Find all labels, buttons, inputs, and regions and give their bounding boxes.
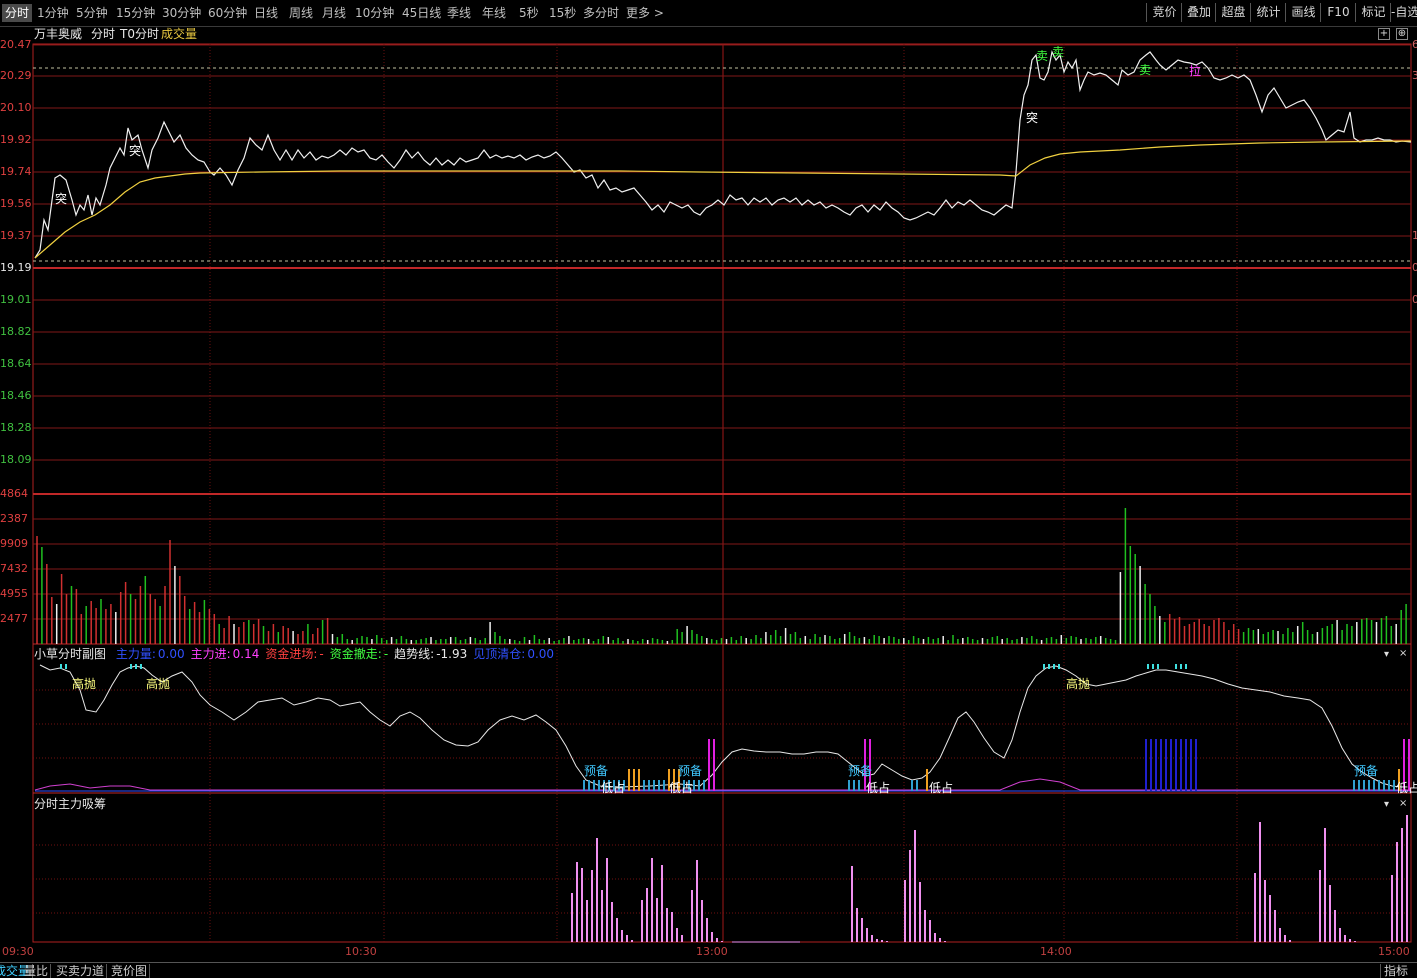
signal-tag: 卖: [1052, 45, 1065, 59]
indicator-menu-button[interactable]: 指标: [1380, 964, 1410, 978]
volume-axis-label: 2387: [0, 512, 28, 525]
indicator2-close-icon[interactable]: ×: [1399, 798, 1407, 810]
expand-icon[interactable]: +: [1378, 28, 1390, 40]
bottom-tab-2[interactable]: 买卖力道: [56, 964, 108, 978]
right-axis-label: 6: [1412, 39, 1417, 51]
price-axis-label: 19.56: [0, 197, 32, 210]
volume-axis-label: 4955: [0, 587, 28, 600]
indicator1-close-icon[interactable]: ×: [1399, 648, 1407, 660]
price-axis-label: 18.64: [0, 357, 32, 370]
stock-name: 万丰奥威: [34, 27, 83, 41]
peak-marker: [1175, 664, 1177, 669]
indicator-item-name: 资金进场:: [265, 647, 318, 661]
right-axis-label: 1: [1412, 230, 1417, 242]
peak-marker: [1152, 664, 1154, 669]
mode-label[interactable]: 分时: [91, 27, 115, 41]
indicator-tag: 预备: [1354, 764, 1379, 778]
signal-tag: 突: [1026, 111, 1039, 125]
price-axis-label: 19.37: [0, 229, 32, 242]
indicator-tag: 高抛: [146, 677, 171, 691]
signal-tag: 突: [55, 192, 68, 206]
time-axis-label: 15:00: [1378, 945, 1410, 958]
peak-marker: [1185, 664, 1187, 669]
indicator2-collapse-icon[interactable]: ▾: [1384, 799, 1389, 811]
settings-icon[interactable]: ⊕: [1396, 28, 1408, 40]
indicator-item-name: 主力进:: [190, 647, 231, 661]
right-axis-label: 3: [1412, 70, 1417, 82]
peak-marker: [130, 664, 132, 669]
bottom-tab-1[interactable]: 量比: [24, 964, 52, 978]
volume-label: 成交量: [161, 27, 198, 41]
price-axis-label: 18.82: [0, 325, 32, 338]
indicator-item-value: -: [319, 647, 324, 661]
indicator-item-value: -: [383, 647, 389, 661]
indicator-tag: 高抛: [72, 677, 97, 691]
indicator-item-name: 资金撤走:: [329, 647, 382, 661]
peak-marker: [60, 664, 62, 669]
price-axis-label: 19.01: [0, 293, 32, 306]
indicator-item-name: 趋势线:: [394, 647, 435, 661]
indicator2-title[interactable]: 分时主力吸筹: [34, 797, 106, 811]
price-axis-label: 20.47: [0, 38, 32, 51]
signal-tag: 拉: [1189, 64, 1202, 78]
indicator1-header: 小草分时副图 主力量: 0.00 主力进: 0.14 资金进场: - 资金撤走: - 趋势线: -…: [34, 647, 554, 661]
indicator1-collapse-icon[interactable]: ▾: [1384, 649, 1389, 661]
indicator-tag: 高抛: [1066, 677, 1091, 691]
time-axis-label: 13:00: [696, 945, 728, 958]
peak-marker: [135, 664, 137, 669]
peak-marker: [1043, 664, 1045, 669]
time-axis-label: 14:00: [1040, 945, 1072, 958]
indicator-item-value: 0.00: [527, 647, 555, 661]
indicator-tag: 低占: [866, 781, 891, 795]
peak-marker: [1147, 664, 1149, 669]
indicator-tag: 低占: [601, 781, 626, 795]
indicator-item-name: 主力量:: [115, 647, 156, 661]
time-axis-label: 10:30: [345, 945, 377, 958]
signal-tag: 卖: [1139, 63, 1152, 77]
peak-marker: [65, 664, 67, 669]
peak-marker: [140, 664, 142, 669]
price-axis-label: 18.28: [0, 421, 32, 434]
indicator-tag: 预备: [848, 764, 873, 778]
volume-axis-label: 4864: [0, 487, 28, 500]
indicator-tag: 低占: [1396, 781, 1417, 795]
trend-line: [39, 664, 1403, 788]
indicator-tag: 低占: [669, 781, 694, 795]
time-axis-label: 09:30: [2, 945, 34, 958]
indicator-item-name: 见顶清仓:: [473, 647, 526, 661]
price-axis-label: 18.09: [0, 453, 32, 466]
price-axis-label: 20.29: [0, 69, 32, 82]
price-axis-label: 19.19: [0, 261, 32, 274]
volume-axis-label: 7432: [0, 562, 28, 575]
peak-marker: [1053, 664, 1055, 669]
peak-marker: [1180, 664, 1182, 669]
t0-label[interactable]: T0分时: [120, 27, 159, 41]
indicator-tag: 预备: [678, 764, 703, 778]
indicator1-title[interactable]: 小草分时副图: [34, 647, 106, 661]
price-axis-label: 20.10: [0, 101, 32, 114]
bottom-tab-bar: 成交量 量比 买卖力道 竞价图 指标: [0, 962, 1417, 978]
right-axis-label: 0: [1412, 294, 1417, 306]
signal-tag: 突: [129, 144, 142, 158]
volume-axis-label: 2477: [0, 612, 28, 625]
peak-marker: [1058, 664, 1060, 669]
indicator-tag: 预备: [584, 764, 609, 778]
price-axis-label: 18.46: [0, 389, 32, 402]
indicator-tag: 低占: [929, 781, 954, 795]
volume-axis-label: 9909: [0, 537, 28, 550]
indicator-item-value: 0.00: [157, 647, 185, 661]
price-axis-label: 19.74: [0, 165, 32, 178]
price-axis-label: 19.92: [0, 133, 32, 146]
peak-marker: [1157, 664, 1159, 669]
indicator-item-value: -1.93: [436, 647, 468, 661]
intraday-chart-canvas: [32, 43, 1412, 943]
indicator-item-value: 0.14: [232, 647, 260, 661]
right-axis-label: 0: [1412, 262, 1417, 274]
bottom-tab-3[interactable]: 竞价图: [111, 964, 151, 978]
signal-tag: 卖: [1036, 49, 1049, 63]
peak-marker: [1048, 664, 1050, 669]
